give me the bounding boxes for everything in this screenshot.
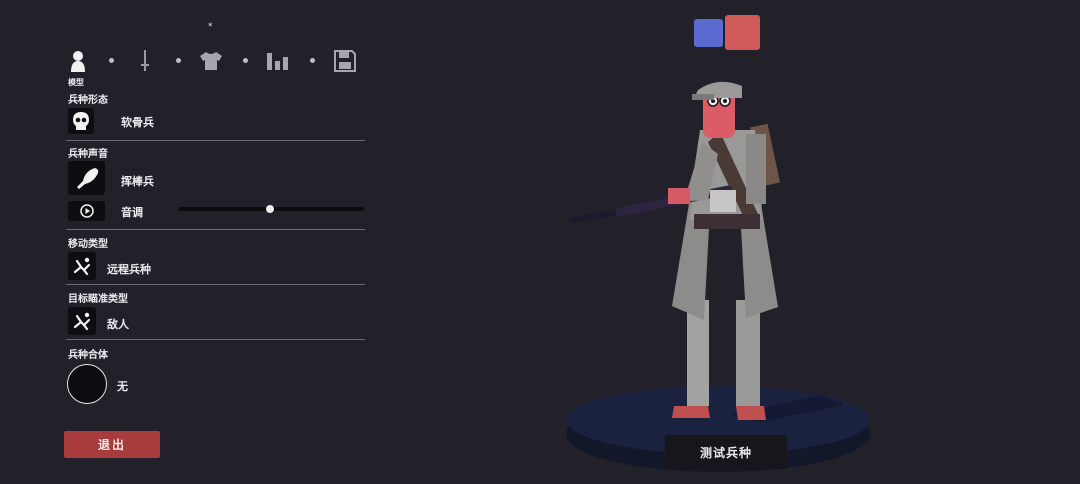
exit-button[interactable]: 退出: [64, 431, 160, 458]
tab-separator: [310, 58, 315, 63]
section-title-voice: 兵种声音: [68, 149, 108, 160]
tab-model[interactable]: [66, 48, 90, 74]
shirt-icon: [200, 52, 222, 70]
pitch-slider-handle[interactable]: [266, 205, 274, 213]
running-figure-icon: [73, 257, 91, 276]
form-value: 软骨兵: [121, 116, 154, 129]
tab-separator: [243, 58, 248, 63]
voice-selector[interactable]: [68, 161, 105, 195]
section-title-form: 兵种形态: [68, 95, 108, 106]
sword-icon: [141, 50, 149, 71]
movement-selector[interactable]: [68, 252, 96, 280]
tab-clothing[interactable]: [199, 48, 223, 74]
skull-icon: [73, 112, 89, 130]
play-icon: [79, 204, 94, 218]
combine-value: 无: [117, 380, 128, 393]
tab-separator: [109, 58, 114, 63]
section-title-targeting: 目标瞄准类型: [68, 294, 128, 305]
person-icon: [71, 51, 85, 72]
divider: [66, 140, 365, 141]
pitch-label: 音调: [121, 206, 143, 219]
movement-value: 远程兵种: [107, 263, 151, 276]
running-figure-icon: [73, 312, 91, 331]
club-icon: [76, 168, 98, 189]
unit-preview: [566, 81, 870, 472]
tab-stats[interactable]: [266, 48, 290, 74]
targeting-value: 敌人: [107, 318, 129, 331]
form-selector[interactable]: [68, 108, 94, 134]
tab-weapon[interactable]: [133, 48, 157, 74]
voice-value: 挥棒兵: [121, 175, 154, 188]
tab-model-label: 模型: [68, 78, 84, 87]
team-color-red[interactable]: [725, 15, 760, 50]
combine-slot[interactable]: [67, 364, 107, 404]
section-title-combine: 兵种合体: [68, 350, 108, 361]
tab-save[interactable]: [333, 48, 357, 74]
section-title-movement: 移动类型: [68, 239, 108, 250]
save-icon: [334, 50, 356, 72]
unsaved-star: *: [208, 22, 213, 32]
team-color-blue[interactable]: [694, 19, 723, 47]
targeting-selector[interactable]: [68, 307, 96, 335]
tab-separator: [176, 58, 181, 63]
divider: [66, 229, 365, 230]
bar-chart-icon: [267, 53, 288, 70]
divider: [66, 284, 365, 285]
test-unit-button[interactable]: 测试兵种: [665, 435, 787, 469]
divider: [66, 339, 365, 340]
play-voice-button[interactable]: [68, 201, 105, 221]
